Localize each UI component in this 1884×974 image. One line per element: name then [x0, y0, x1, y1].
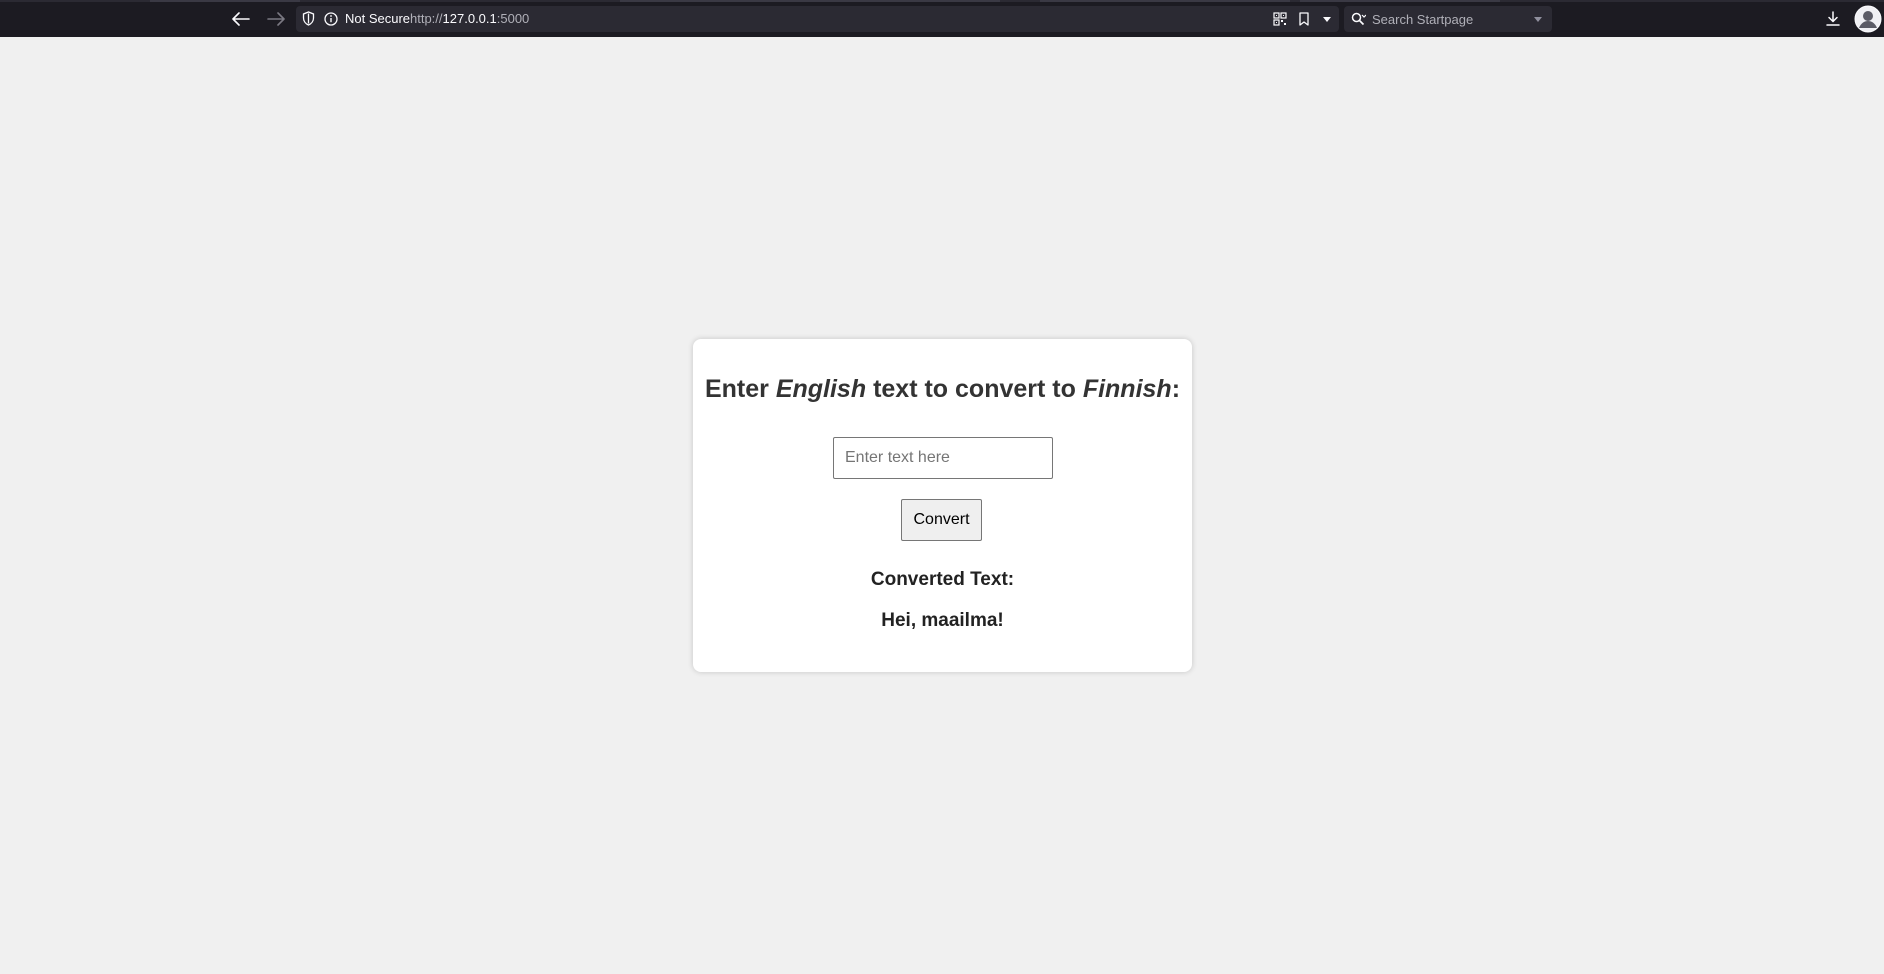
heading-suffix: :: [1171, 375, 1181, 403]
back-arrow-icon: [232, 12, 250, 26]
url-port: :5000: [496, 11, 530, 26]
tab-strip: [0, 0, 1884, 2]
search-placeholder: Search Startpage: [1372, 12, 1474, 27]
forward-button[interactable]: [263, 7, 289, 31]
heading-middle: text to convert to: [866, 375, 1083, 403]
back-button[interactable]: [228, 7, 254, 31]
heading-prefix: Enter: [704, 375, 776, 403]
site-info-icon[interactable]: [323, 11, 339, 27]
url-text[interactable]: http://127.0.0.1:5000: [410, 0, 529, 37]
forward-arrow-icon: [267, 12, 285, 26]
url-scheme: http://: [410, 11, 443, 26]
convert-button[interactable]: Convert: [901, 499, 982, 541]
account-avatar-icon[interactable]: [1853, 4, 1882, 33]
converted-text-label: Converted Text:: [870, 569, 1015, 590]
target-language-label: Finnish: [1082, 375, 1172, 403]
url-host: 127.0.0.1: [442, 11, 497, 26]
converted-text-value: Hei, maailma!: [881, 610, 1004, 631]
source-language-label: English: [775, 375, 867, 403]
search-icon: [1350, 11, 1366, 27]
page-heading: Enter English text to convert to Finnish…: [693, 375, 1192, 404]
bookmark-icon[interactable]: [1296, 11, 1312, 27]
search-bar[interactable]: Search Startpage: [1344, 6, 1552, 32]
url-dropdown-icon[interactable]: [1319, 11, 1335, 27]
tracking-shield-icon[interactable]: [300, 10, 316, 26]
security-status-label: Not Secure: [345, 11, 411, 26]
search-engine-dropdown-icon[interactable]: [1530, 11, 1546, 27]
converter-card: Enter English text to convert to Finnish…: [693, 339, 1192, 672]
qr-code-icon[interactable]: [1272, 11, 1288, 27]
text-input[interactable]: [833, 437, 1053, 479]
browser-toolbar: Not Secure http://127.0.0.1:5000 Search …: [0, 0, 1884, 37]
download-icon[interactable]: [1824, 10, 1842, 28]
